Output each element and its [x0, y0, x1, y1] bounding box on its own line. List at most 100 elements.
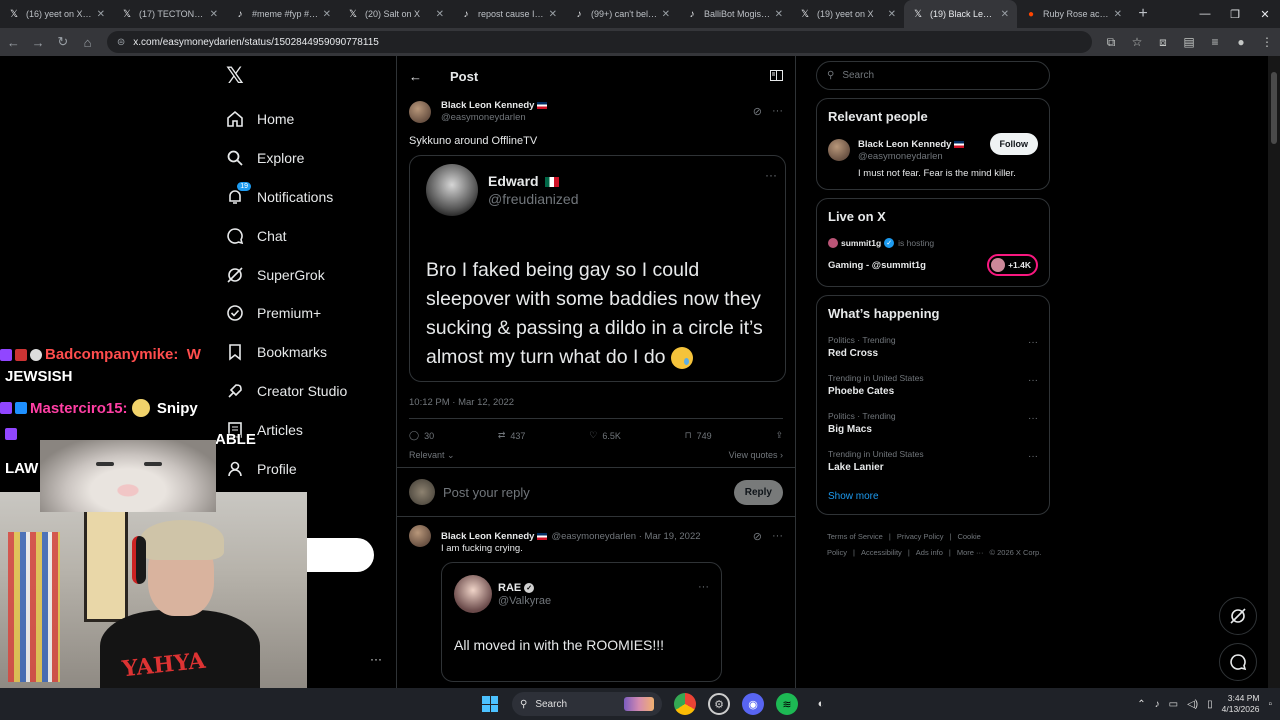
- more-options-icon[interactable]: ···: [698, 581, 709, 593]
- microphone-icon[interactable]: ♪: [1155, 699, 1160, 710]
- browser-tab[interactable]: ♪ (99+) can't believe ✕: [565, 0, 678, 28]
- more-options-icon[interactable]: ···: [1028, 375, 1038, 386]
- new-tab-button[interactable]: +: [1130, 0, 1156, 28]
- avatar[interactable]: [409, 100, 431, 123]
- install-icon[interactable]: ⧉: [1098, 35, 1124, 50]
- volume-icon[interactable]: ◁): [1187, 699, 1198, 710]
- browser-tab[interactable]: ♪ repost cause I wo ✕: [452, 0, 565, 28]
- network-icon[interactable]: ▭: [1169, 699, 1178, 710]
- reply-stat[interactable]: ◯ 30: [409, 430, 434, 441]
- browser-tab[interactable]: ♪ BalliBot Mogis: Th ✕: [678, 0, 791, 28]
- close-icon[interactable]: ✕: [323, 9, 331, 20]
- sidebar-item-supergrok[interactable]: SuperGrok: [226, 255, 347, 294]
- more-options-icon[interactable]: ···: [772, 105, 783, 118]
- close-icon[interactable]: ✕: [97, 9, 105, 20]
- spotify-icon[interactable]: ≋: [776, 693, 798, 715]
- star-icon[interactable]: ☆: [1124, 35, 1150, 50]
- reply-input[interactable]: Post your reply: [443, 485, 734, 500]
- extensions-icon[interactable]: ⧈: [1150, 35, 1176, 50]
- grok-icon[interactable]: ⊘: [753, 530, 762, 543]
- reply-author-name[interactable]: Black Leon Kennedy: [441, 531, 534, 542]
- footer-link[interactable]: More ···: [957, 548, 984, 557]
- author-handle[interactable]: @easymoneydarlen: [441, 112, 547, 123]
- reload-icon[interactable]: ↻: [51, 30, 74, 54]
- sidebar-item-chat[interactable]: Chat: [226, 216, 347, 255]
- settings-app-icon[interactable]: ⚙: [708, 693, 730, 715]
- more-options-icon[interactable]: ···: [765, 168, 777, 182]
- clock[interactable]: 3:44 PM 4/13/2026: [1222, 693, 1260, 715]
- browser-tab[interactable]: 𝕏 (19) Black Leon K ✕: [904, 0, 1017, 28]
- close-icon[interactable]: ✕: [549, 9, 557, 20]
- search-input[interactable]: ⚲ Search: [816, 61, 1050, 90]
- taskbar-search[interactable]: ⚲ Search: [512, 692, 662, 716]
- media-icon[interactable]: ≡: [1202, 35, 1228, 50]
- minimize-icon[interactable]: —: [1190, 0, 1220, 28]
- reply-tweet[interactable]: Black Leon Kennedy @easymoneydarlen · Ma…: [397, 517, 795, 682]
- url-field[interactable]: ⊜ x.com/easymoneydarien/status/150284495…: [106, 31, 1092, 53]
- browser-tab[interactable]: 𝕏 (20) Salt on X ✕: [339, 0, 452, 28]
- live-card[interactable]: Live on X summit1g ✓ is hosting Gaming -…: [816, 198, 1050, 287]
- discord-icon[interactable]: ◉: [742, 693, 764, 715]
- close-icon[interactable]: ✕: [1114, 9, 1122, 20]
- sidebar-item-explore[interactable]: Explore: [226, 139, 347, 178]
- messages-fab-icon[interactable]: [1219, 643, 1257, 681]
- sidebar-toggle-icon[interactable]: ▤: [1176, 35, 1202, 50]
- sidebar-item-notifications[interactable]: 19 Notifications: [226, 178, 347, 217]
- more-options-icon[interactable]: ···: [370, 652, 382, 666]
- footer-link[interactable]: Terms of Service: [827, 532, 883, 541]
- back-icon[interactable]: ←: [2, 30, 25, 54]
- sort-dropdown[interactable]: Relevant ⌄: [409, 450, 455, 461]
- browser-tab[interactable]: 𝕏 (17) TECTONE us ✕: [113, 0, 226, 28]
- avatar[interactable]: [454, 575, 492, 613]
- footer-link[interactable]: Privacy Policy: [897, 532, 944, 541]
- footer-link[interactable]: © 2026 X Corp.: [990, 548, 1042, 557]
- maximize-icon[interactable]: ❐: [1220, 0, 1250, 28]
- grok-icon[interactable]: ⊘: [753, 105, 762, 118]
- browser-tab[interactable]: ● Ruby Rose accuse ✕: [1017, 0, 1130, 28]
- person-name[interactable]: Black Leon Kennedy: [858, 139, 951, 150]
- view-quotes-link[interactable]: View quotes ›: [729, 450, 783, 461]
- browser-tab[interactable]: 𝕏 (19) yeet on X ✕: [791, 0, 904, 28]
- chevron-up-icon[interactable]: ⌃: [1137, 699, 1145, 710]
- sidebar-item-profile[interactable]: Profile: [226, 449, 347, 488]
- trend-item[interactable]: Politics · Trending Big Macs ···: [828, 411, 1038, 435]
- close-icon[interactable]: ✕: [210, 9, 218, 20]
- battery-icon[interactable]: ▯: [1207, 699, 1213, 710]
- start-button[interactable]: [482, 696, 498, 712]
- bookmark-stat[interactable]: ⊓ 749: [685, 430, 712, 441]
- site-info-icon[interactable]: ⊜: [117, 37, 125, 48]
- browser-tab[interactable]: 𝕏 (16) yeet on X: "V ✕: [0, 0, 113, 28]
- app-icon[interactable]: ◐: [810, 693, 832, 715]
- show-more-link[interactable]: Show more: [828, 491, 1038, 502]
- back-arrow-icon[interactable]: ←: [409, 69, 422, 84]
- quoted-tweet[interactable]: RAE ✓ @Valkyrae ··· All moved in with the…: [441, 562, 722, 682]
- sidebar-item-bookmarks[interactable]: Bookmarks: [226, 333, 347, 372]
- more-options-icon[interactable]: ···: [1028, 451, 1038, 462]
- close-icon[interactable]: ✕: [436, 9, 444, 20]
- like-stat[interactable]: ♡ 6.5K: [589, 430, 621, 441]
- footer-link[interactable]: Accessibility: [861, 548, 902, 557]
- profile-icon[interactable]: ●: [1228, 35, 1254, 50]
- scroll-thumb[interactable]: [1271, 72, 1277, 144]
- close-icon[interactable]: ✕: [1001, 9, 1009, 20]
- avatar[interactable]: [409, 525, 431, 547]
- tweet-timestamp[interactable]: 10:12 PM · Mar 12, 2022: [409, 397, 783, 408]
- notification-icon[interactable]: ▫: [1268, 699, 1272, 710]
- avatar[interactable]: [828, 139, 850, 161]
- close-icon[interactable]: ✕: [888, 9, 896, 20]
- trend-item[interactable]: Trending in United States Phoebe Cates ···: [828, 373, 1038, 397]
- reply-button[interactable]: Reply: [733, 479, 783, 505]
- more-options-icon[interactable]: ···: [1028, 413, 1038, 424]
- forward-icon[interactable]: →: [27, 30, 50, 54]
- sidebar-item-creator-studio[interactable]: Creator Studio: [226, 372, 347, 411]
- follow-button[interactable]: Follow: [989, 133, 1038, 155]
- quoted-tweet[interactable]: Edward @freudianized ··· Bro I faked bei…: [409, 155, 786, 382]
- sidebar-item-premium[interactable]: Premium+: [226, 294, 347, 333]
- sidebar-item-home[interactable]: Home: [226, 100, 347, 139]
- page-scrollbar[interactable]: [1268, 56, 1280, 688]
- home-browser-icon[interactable]: ⌂: [76, 30, 99, 54]
- close-icon[interactable]: ✕: [662, 9, 670, 20]
- grok-fab-icon[interactable]: [1219, 597, 1257, 635]
- browser-tab[interactable]: ♪ #meme #fyp #vira ✕: [226, 0, 339, 28]
- avatar[interactable]: [426, 164, 478, 216]
